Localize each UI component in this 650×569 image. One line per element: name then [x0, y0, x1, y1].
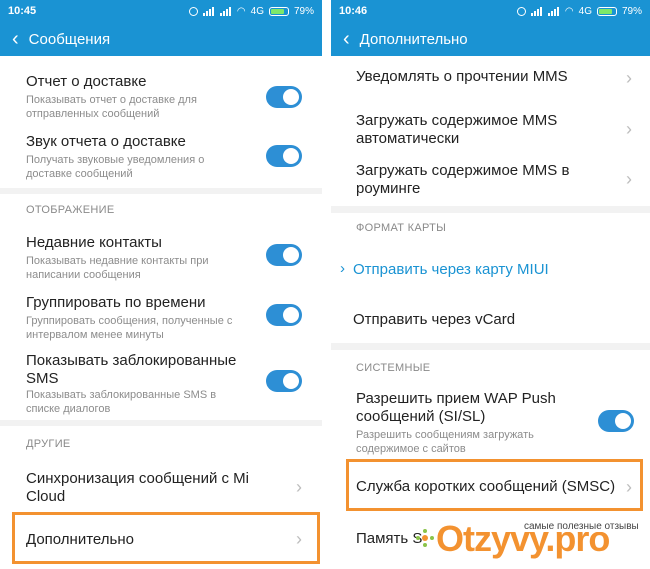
page-title: Сообщения	[28, 30, 111, 48]
display-section: ОТОБРАЖЕНИЕ Недавние контакты Показывать…	[0, 194, 322, 420]
chevron-right-icon: ›	[626, 119, 632, 139]
setting-subtitle: Получать звуковые уведомления о доставке…	[26, 154, 205, 180]
status-time: 10:45	[8, 5, 37, 17]
right-screen: 10:46 ◠ 4G 79% ‹ Дополнительно Уведомлят…	[331, 0, 650, 569]
setting-title: Загружать содержимое MMS автоматически	[356, 112, 558, 147]
setting-title: Звук отчета о доставке	[26, 133, 186, 150]
setting-title: Отчет о доставке	[26, 73, 147, 90]
setting-title: Память S	[356, 530, 423, 547]
chevron-right-icon: ›	[626, 68, 632, 88]
app-bar: ‹ Дополнительно	[331, 22, 650, 56]
alarm-icon	[516, 6, 526, 16]
signal-icon	[530, 6, 543, 16]
watermark-tagline: самые полезные отзывы	[522, 521, 641, 532]
setting-title: Уведомлять о прочтении MMS	[356, 68, 568, 85]
section-header: СИСТЕМНЫЕ	[356, 362, 431, 374]
setting-subtitle: Показывать недавние контакты при написан…	[26, 255, 209, 281]
setting-title: Отправить через vCard	[353, 311, 516, 328]
setting-subtitle: Показывать отчет о доставке для отправле…	[26, 94, 197, 120]
signal-icon	[202, 6, 215, 16]
watermark-logo-icon	[416, 529, 434, 547]
setting-title: Недавние контакты	[26, 234, 162, 251]
network-type: 4G	[250, 5, 264, 17]
back-arrow-icon[interactable]: ‹	[343, 29, 350, 49]
signal-icon-2	[547, 6, 560, 16]
chevron-right-icon: ›	[296, 477, 302, 497]
setting-send-vcard[interactable]: Отправить через vCard	[331, 301, 650, 341]
highlight-frame	[346, 459, 643, 511]
toggle-switch[interactable]	[266, 370, 302, 392]
page-title: Дополнительно	[359, 30, 468, 48]
setting-wap-push[interactable]: Разрешить прием WAP Push сообщений (SI/S…	[331, 390, 650, 456]
setting-mms-auto-download[interactable]: Загружать содержимое MMS автоматически ›	[331, 108, 650, 154]
setting-mms-roaming-download[interactable]: Загружать содержимое MMS в роуминге ›	[331, 158, 650, 204]
signal-icon-2	[219, 6, 232, 16]
setting-send-miui-card[interactable]: › Отправить через карту MIUI	[331, 249, 650, 289]
wifi-icon: ◠	[564, 5, 574, 17]
toggle-switch[interactable]	[598, 410, 634, 432]
setting-subtitle: Разрешить сообщениям загружать содержимо…	[356, 429, 534, 455]
left-screen: 10:45 ◠ 4G 79% ‹ Сообщения Отчет о доста…	[0, 0, 322, 569]
toggle-switch[interactable]	[266, 86, 302, 108]
settings-panel: Отчет о доставке Показывать отчет о дост…	[0, 56, 322, 188]
battery-icon	[268, 6, 289, 16]
battery-icon	[596, 6, 617, 16]
setting-mi-cloud-sync[interactable]: Синхронизация сообщений с Mi Cloud ›	[0, 466, 322, 512]
setting-title: Загружать содержимое MMS в роуминге	[356, 162, 570, 197]
battery-percent: 79%	[621, 5, 642, 17]
setting-mms-read-report[interactable]: Уведомлять о прочтении MMS ›	[331, 64, 650, 104]
section-header: ОТОБРАЖЕНИЕ	[26, 204, 115, 216]
app-bar: ‹ Сообщения	[0, 22, 322, 56]
setting-group-by-time[interactable]: Группировать по времени Группировать соо…	[0, 292, 322, 350]
mms-panel: Уведомлять о прочтении MMS › Загружать с…	[331, 56, 650, 206]
setting-delivery-report[interactable]: Отчет о доставке Показывать отчет о дост…	[0, 71, 322, 126]
status-bar: 10:46 ◠ 4G 79%	[331, 0, 650, 22]
wifi-icon: ◠	[236, 5, 246, 17]
battery-percent: 79%	[293, 5, 314, 17]
setting-title: Разрешить прием WAP Push сообщений (SI/S…	[356, 390, 556, 425]
toggle-switch[interactable]	[266, 304, 302, 326]
setting-subtitle: Группировать сообщения, полученные с инт…	[26, 315, 233, 341]
settings-list: Отчет о доставке Показывать отчет о дост…	[0, 56, 322, 569]
setting-recent-contacts[interactable]: Недавние контакты Показывать недавние ко…	[0, 232, 322, 290]
toggle-switch[interactable]	[266, 145, 302, 167]
selected-indicator-icon: ›	[340, 260, 345, 277]
section-header: ДРУГИЕ	[26, 438, 71, 450]
setting-subtitle: Показывать заблокированные SMS в списке …	[26, 389, 217, 415]
network-type: 4G	[578, 5, 592, 17]
toggle-switch[interactable]	[266, 244, 302, 266]
status-bar: 10:45 ◠ 4G 79%	[0, 0, 322, 22]
setting-title: Группировать по времени	[26, 294, 206, 311]
alarm-icon	[188, 6, 198, 16]
setting-delivery-sound[interactable]: Звук отчета о доставке Получать звуковые…	[0, 133, 322, 188]
section-header: ФОРМАТ КАРТЫ	[356, 222, 447, 234]
card-format-section: ФОРМАТ КАРТЫ › Отправить через карту MIU…	[331, 213, 650, 343]
chevron-right-icon: ›	[626, 169, 632, 189]
setting-title: Отправить через карту MIUI	[353, 261, 549, 278]
setting-title: Синхронизация сообщений с Mi Cloud	[26, 470, 249, 505]
setting-show-blocked-sms[interactable]: Показывать заблокированные SMS Показыват…	[0, 352, 322, 420]
status-time: 10:46	[339, 5, 368, 17]
back-arrow-icon[interactable]: ‹	[12, 29, 19, 49]
setting-title: Показывать заблокированные SMS	[26, 352, 237, 387]
highlight-frame	[12, 512, 320, 564]
